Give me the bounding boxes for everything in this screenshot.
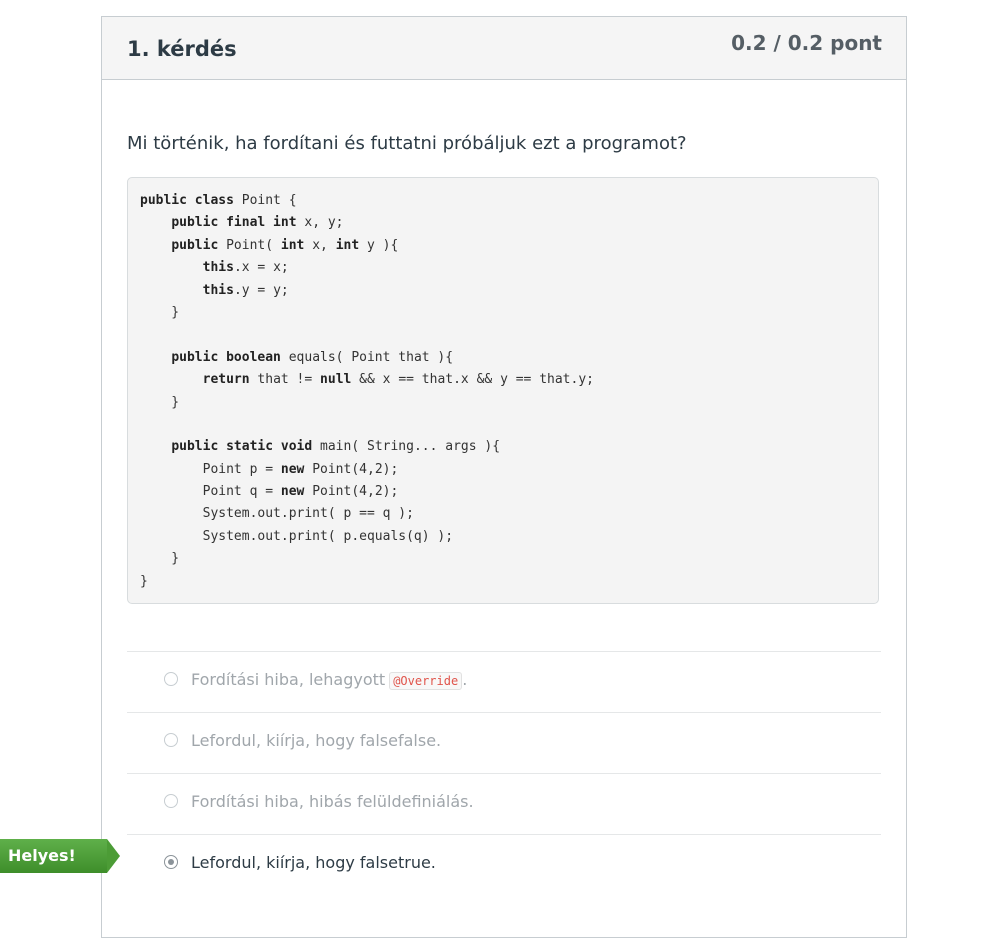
code-text: Point(4,2); — [304, 484, 399, 500]
question-text: Mi történik, ha fordítani és futtatni pr… — [127, 133, 687, 154]
answer-label: Fordítási hiba, hibás felüldefiniálás. — [191, 792, 474, 811]
code-text: Point { — [233, 193, 297, 208]
code-line: Point q = new Point(4,2); — [140, 481, 866, 503]
answer-option-1[interactable]: Fordítási hiba, lehagyott @Override. — [127, 651, 881, 712]
code-line: this.y = y; — [140, 280, 866, 302]
code-keyword: public static void — [171, 439, 313, 455]
answer-option-4[interactable]: Lefordul, kiírja, hogy falsetrue. — [127, 834, 881, 895]
answer-label: Lefordul, kiírja, hogy falsetrue. — [191, 853, 436, 872]
code-text: x, — [304, 237, 336, 253]
code-keyword: new — [280, 484, 305, 500]
question-points: 0.2 / 0.2 pont — [731, 31, 882, 55]
code-text: Point q = — [140, 484, 281, 500]
code-line: public final int x, y; — [140, 212, 866, 234]
code-line: this.x = x; — [140, 257, 866, 279]
code-keyword: public boolean — [171, 349, 281, 365]
code-block: public class Point { public final int x,… — [127, 177, 879, 604]
code-text: System.out.print( p.equals(q) ); — [140, 528, 454, 544]
answer-label: Fordítási hiba, lehagyott @Override. — [191, 670, 468, 690]
radio-button-selected[interactable] — [164, 855, 178, 869]
code-text: main( String... args ){ — [312, 439, 501, 455]
code-text: Point(4,2); — [304, 461, 399, 477]
answer-label: Lefordul, kiírja, hogy falsefalse. — [191, 731, 442, 750]
code-text: } — [140, 394, 180, 410]
code-keyword: public — [171, 237, 219, 253]
code-line: } — [140, 392, 866, 414]
code-line: } — [140, 571, 866, 593]
code-keyword: public final int — [171, 215, 297, 231]
code-keyword: int — [335, 237, 360, 253]
code-text: } — [140, 551, 180, 567]
code-line: return that != null && x == that.x && y … — [140, 369, 866, 391]
code-keyword: this — [202, 260, 234, 276]
code-text: } — [140, 304, 180, 320]
radio-button[interactable] — [164, 733, 178, 747]
code-keyword: return — [202, 372, 250, 388]
radio-button[interactable] — [164, 672, 178, 686]
code-text: } — [140, 573, 148, 589]
code-text: Point p = — [140, 461, 281, 477]
correct-answer-flag: Helyes! — [0, 839, 120, 873]
code-keyword: null — [320, 372, 352, 388]
code-keyword: public class — [140, 193, 234, 208]
code-text: y ){ — [359, 237, 399, 253]
code-line: public Point( int x, int y ){ — [140, 235, 866, 257]
code-keyword: this — [202, 282, 234, 298]
code-text: .y = y; — [233, 282, 289, 298]
code-line: public boolean equals( Point that ){ — [140, 347, 866, 369]
code-line: System.out.print( p == q ); — [140, 503, 866, 525]
answer-option-3[interactable]: Fordítási hiba, hibás felüldefiniálás. — [127, 773, 881, 834]
code-keyword: int — [280, 237, 305, 253]
radio-button[interactable] — [164, 794, 178, 808]
code-line: Point p = new Point(4,2); — [140, 459, 866, 481]
question-title: 1. kérdés — [127, 37, 237, 61]
code-text: .x = x; — [233, 260, 289, 276]
question-header: 1. kérdés 0.2 / 0.2 pont — [102, 17, 906, 80]
code-line: System.out.print( p.equals(q) ); — [140, 526, 866, 548]
code-text: equals( Point that ){ — [280, 349, 454, 365]
code-text: System.out.print( p == q ); — [140, 506, 414, 522]
quiz-question-card: 1. kérdés 0.2 / 0.2 pont Mi történik, ha… — [101, 16, 907, 938]
code-line: } — [140, 302, 866, 324]
code-line: } — [140, 548, 866, 570]
code-text: && x == that.x && y == that.y; — [351, 372, 594, 388]
code-line: public class Point { — [140, 190, 866, 212]
answer-list: Fordítási hiba, lehagyott @Override. Lefo… — [127, 651, 881, 895]
code-line: public static void main( String... args … — [140, 436, 866, 458]
inline-code: @Override — [389, 672, 463, 690]
code-text: x, y; — [296, 215, 344, 231]
code-text: Point( — [218, 237, 281, 253]
code-keyword: new — [280, 461, 305, 477]
code-text: that != — [249, 372, 321, 388]
answer-option-2[interactable]: Lefordul, kiírja, hogy falsefalse. — [127, 712, 881, 773]
